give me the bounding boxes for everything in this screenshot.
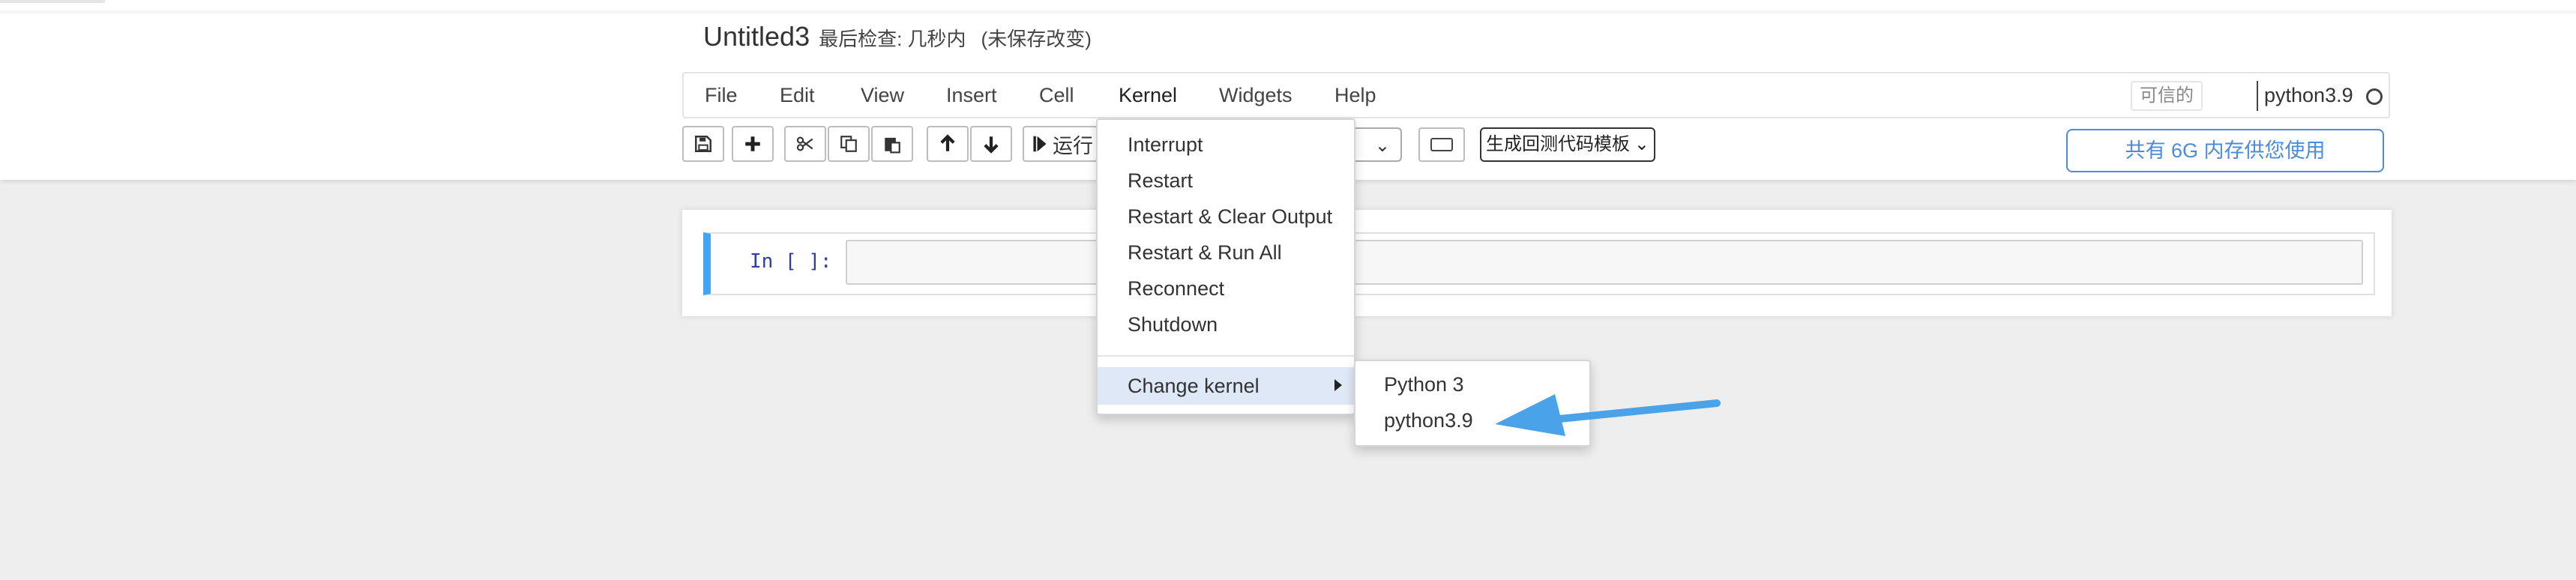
cell-input[interactable] [846, 240, 2363, 285]
top-strip [0, 10, 2576, 13]
menu-item-restart-clear-output[interactable]: Restart & Clear Output [1128, 205, 1332, 229]
save-button[interactable] [682, 126, 724, 162]
input-prompt: In [ ]: [750, 250, 832, 273]
menu-item-shutdown[interactable]: Shutdown [1128, 313, 1218, 336]
run-icon [1033, 136, 1047, 152]
annotation-arrow-icon [1495, 394, 1721, 436]
arrow-down-icon [984, 136, 999, 154]
trusted-indicator[interactable]: 可信的 [2131, 81, 2203, 111]
menu-item-interrupt[interactable]: Interrupt [1128, 133, 1203, 157]
cut-icon [796, 136, 813, 151]
template-select-value: 生成回测代码模板 [1486, 134, 1630, 154]
move-up-button[interactable] [927, 126, 969, 162]
menu-item-change-kernel[interactable]: Change kernel [1098, 367, 1354, 405]
menu-file[interactable]: File [705, 84, 738, 107]
keyboard-shortcuts-button[interactable] [1418, 127, 1465, 162]
code-cell[interactable]: In [ ]: [703, 232, 2375, 295]
copy-button[interactable] [828, 126, 870, 162]
checkpoint-status: 最后检查: 几秒内 [819, 28, 966, 50]
template-select[interactable]: 生成回测代码模板 ⌄ [1480, 127, 1655, 162]
cut-button[interactable] [784, 126, 826, 162]
kernel-separator [2257, 81, 2258, 111]
kernel-menu: Interrupt Restart Restart & Clear Output… [1096, 118, 1355, 415]
change-kernel-label: Change kernel [1128, 375, 1260, 397]
run-label: 运行 [1053, 134, 1093, 157]
chevron-down-icon: ⌄ [1634, 134, 1649, 154]
kernel-option-python39[interactable]: python3.9 [1384, 409, 1473, 432]
kernel-idle-icon [2366, 88, 2383, 105]
notebook-container: In [ ]: [682, 210, 2392, 316]
notebook-name[interactable]: Untitled3 [703, 21, 810, 52]
menu-edit[interactable]: Edit [780, 84, 815, 107]
menu-insert[interactable]: Insert [946, 84, 997, 107]
menu-widgets[interactable]: Widgets [1219, 84, 1292, 107]
arrow-up-icon [940, 134, 955, 151]
keyboard-icon [1430, 138, 1453, 151]
copy-icon [840, 136, 857, 152]
menu-item-restart[interactable]: Restart [1128, 169, 1193, 193]
menu-view[interactable]: View [861, 84, 904, 107]
paste-icon [885, 137, 900, 154]
memory-banner[interactable]: 共有 6G 内存供您使用 [2066, 129, 2384, 172]
menu-help[interactable]: Help [1334, 84, 1376, 107]
menu-item-reconnect[interactable]: Reconnect [1128, 277, 1224, 300]
menu-cell[interactable]: Cell [1039, 84, 1074, 107]
move-down-button[interactable] [970, 126, 1012, 162]
notebook-header: Untitled3 最后检查: 几秒内 (未保存改变) [703, 21, 1092, 58]
menubar: File Edit View Insert Cell Kernel Widget… [682, 72, 2390, 118]
top-line [0, 0, 105, 3]
plus-icon [745, 136, 760, 151]
chevron-down-icon: ⌄ [1374, 136, 1390, 156]
autosave-status: (未保存改变) [981, 28, 1092, 50]
save-icon [695, 136, 711, 152]
kernel-option-python3[interactable]: Python 3 [1384, 373, 1464, 396]
insert-cell-button[interactable] [732, 126, 774, 162]
menu-kernel[interactable]: Kernel [1119, 84, 1177, 107]
kernel-name[interactable]: python3.9 [2264, 84, 2353, 107]
caret-right-icon [1334, 379, 1342, 391]
menu-divider [1098, 355, 1354, 357]
menu-item-restart-run-all[interactable]: Restart & Run All [1128, 241, 1282, 265]
run-button[interactable]: 运行 [1023, 126, 1098, 162]
paste-button[interactable] [871, 126, 913, 162]
